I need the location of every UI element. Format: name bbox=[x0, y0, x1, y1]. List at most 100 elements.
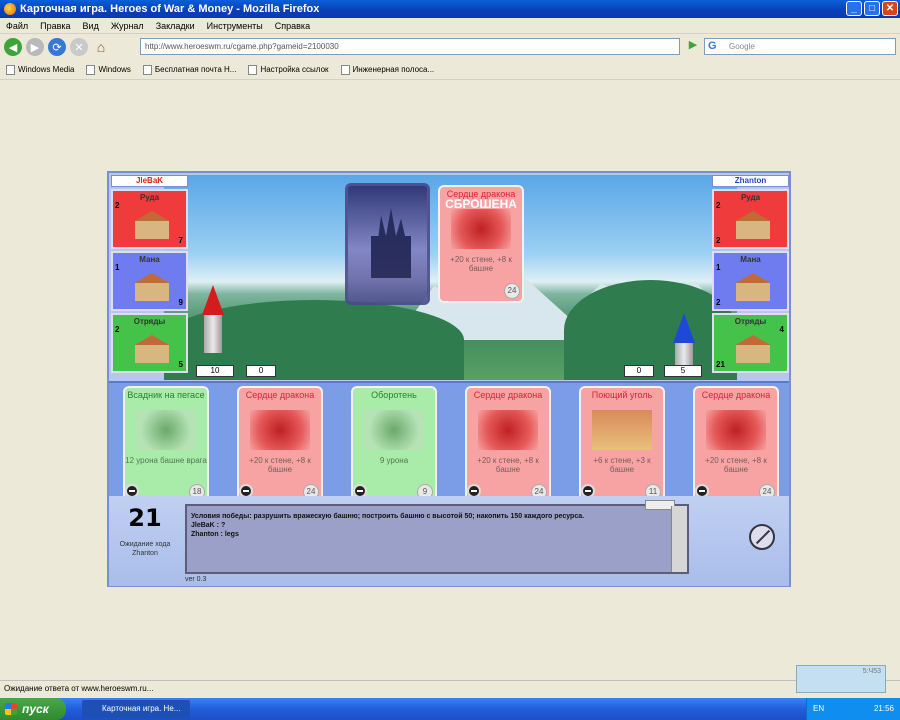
menu-file[interactable]: Файл bbox=[6, 21, 28, 31]
taskbar: пуск Карточная игра. He... EN 21:56 bbox=[0, 698, 900, 720]
bookmark-links-settings[interactable]: Настройка ссылок bbox=[248, 64, 329, 75]
bookmark-label: Инженерная полоса... bbox=[352, 65, 435, 74]
page-icon bbox=[86, 64, 96, 75]
menu-history[interactable]: Журнал bbox=[111, 21, 144, 31]
resource-production: 2 bbox=[115, 201, 120, 210]
chat-line: Zhanton : legs bbox=[191, 531, 239, 538]
page-icon bbox=[6, 64, 15, 75]
menu-view[interactable]: Вид bbox=[83, 21, 99, 31]
bookmark-engineering[interactable]: Инженерная полоса... bbox=[340, 64, 435, 75]
tray-notification: 5:Ч53 bbox=[796, 665, 886, 693]
search-input[interactable]: G Google bbox=[704, 38, 896, 55]
troops-resource: Отряды 2 5 bbox=[111, 313, 188, 373]
back-arrow-icon[interactable]: ◀ bbox=[4, 38, 22, 56]
tower-body bbox=[675, 343, 693, 367]
info-panel: 21 Ожидание хода Zhanton Условия победы:… bbox=[109, 496, 789, 586]
bookmark-free-mail[interactable]: Бесплатная почта H... bbox=[142, 64, 237, 75]
forward-arrow-icon[interactable]: ▶ bbox=[26, 38, 44, 56]
chat-log[interactable]: Условия победы: разрушить вражескую башн… bbox=[185, 500, 689, 574]
game-board: Сердце дракона СБРОШЕНА +20 к стене, +8 … bbox=[107, 171, 791, 587]
resource-name: Руда bbox=[139, 193, 160, 202]
resource-stock: 2 bbox=[716, 298, 721, 307]
resource-stock: 2 bbox=[716, 236, 721, 245]
turn-status: Ожидание хода Zhanton bbox=[115, 540, 175, 558]
mine-icon bbox=[736, 211, 770, 239]
bookmark-windows[interactable]: Windows bbox=[86, 64, 131, 75]
resource-name: Руда bbox=[740, 193, 761, 202]
turn-counter: 21 bbox=[128, 504, 162, 532]
ore-resource: Руда 2 2 bbox=[712, 189, 789, 249]
menu-edit[interactable]: Правка bbox=[40, 21, 70, 31]
resource-production: 4 bbox=[779, 325, 784, 334]
right-wall-height: 0 bbox=[624, 365, 654, 377]
minimize-button[interactable]: _ bbox=[846, 1, 862, 16]
dragon-heart-image bbox=[478, 410, 538, 450]
red-tower-roof bbox=[202, 285, 224, 315]
bookmarks-bar: Windows Media Windows Бесплатная почта H… bbox=[0, 60, 900, 80]
card-cost: 24 bbox=[504, 283, 520, 299]
system-tray: EN 21:56 bbox=[806, 698, 900, 720]
blue-tower-roof bbox=[673, 313, 695, 343]
firefox-icon bbox=[4, 3, 16, 15]
clock: 21:56 bbox=[873, 704, 894, 713]
barracks-icon bbox=[736, 335, 770, 363]
resource-production: 2 bbox=[115, 325, 120, 334]
card-title: Всадник на пегасе bbox=[127, 390, 205, 400]
card-title: Сердце дракона bbox=[245, 390, 315, 400]
window-title-bar: Карточная игра. Heroes of War & Money - … bbox=[0, 0, 900, 18]
card-description: +20 к стене, +8 к башне bbox=[450, 255, 512, 273]
start-button[interactable]: пуск bbox=[0, 698, 66, 720]
bookmark-label: Настройка ссылок bbox=[260, 65, 329, 74]
card-deck[interactable] bbox=[345, 183, 430, 305]
stop-icon[interactable]: ✕ bbox=[70, 38, 88, 56]
resource-name: Мана bbox=[740, 255, 761, 264]
left-player-panel: JleBaK Руда 2 7 Мана 1 9 Отряды 2 5 bbox=[111, 175, 188, 373]
barracks-icon bbox=[135, 335, 169, 363]
waiting-label: Ожидание хода bbox=[119, 541, 171, 548]
menu-bookmarks[interactable]: Закладки bbox=[156, 21, 195, 31]
status-bar: Ожидание ответа от www.heroeswm.ru... bbox=[0, 680, 900, 696]
resource-production: 1 bbox=[716, 263, 721, 272]
go-arrow-icon[interactable]: ▶ bbox=[686, 38, 700, 55]
resource-stock: 7 bbox=[178, 236, 183, 245]
reload-icon[interactable]: ⟳ bbox=[48, 38, 66, 56]
resource-name: Отряды bbox=[734, 317, 767, 326]
card-description: +20 к стене, +8 к башне bbox=[477, 456, 539, 474]
card-title: Сердце дракона bbox=[473, 390, 543, 400]
bookmark-label: Бесплатная почта H... bbox=[154, 65, 237, 74]
close-button[interactable]: ✕ bbox=[882, 1, 898, 16]
language-indicator[interactable]: EN bbox=[813, 704, 824, 713]
page-icon bbox=[248, 64, 258, 75]
navigation-toolbar: ◀ ▶ ⟳ ✕ ⌂ http://www.heroeswm.ru/cgame.p… bbox=[0, 34, 900, 60]
resource-stock: 9 bbox=[178, 298, 183, 307]
home-icon[interactable]: ⌂ bbox=[92, 38, 110, 56]
dragon-heart-image bbox=[250, 410, 310, 450]
menu-help[interactable]: Справка bbox=[275, 21, 310, 31]
search-placeholder: Google bbox=[729, 42, 755, 51]
played-card: Сердце дракона СБРОШЕНА +20 к стене, +8 … bbox=[438, 185, 524, 303]
resource-stock: 21 bbox=[716, 360, 725, 369]
menu-tools[interactable]: Инструменты bbox=[207, 21, 263, 31]
maximize-button[interactable]: □ bbox=[864, 1, 880, 16]
werewolf-image bbox=[364, 410, 424, 450]
tower-building-icon bbox=[736, 273, 770, 301]
chat-line: JleBaK : ? bbox=[191, 522, 226, 529]
game-scene: Сердце дракона СБРОШЕНА +20 к стене, +8 … bbox=[164, 175, 737, 380]
card-title: Оборотень bbox=[371, 390, 417, 400]
resource-stock: 5 bbox=[178, 360, 183, 369]
card-description: 9 урона bbox=[379, 456, 409, 465]
card-description: +20 к стене, +8 к башне bbox=[705, 456, 767, 474]
taskbar-firefox-item[interactable]: Карточная игра. He... bbox=[82, 700, 190, 718]
resource-name: Отряды bbox=[133, 317, 166, 326]
left-player-name: JleBaK bbox=[111, 175, 188, 187]
right-player-panel: Zhanton Руда 2 2 Мана 1 2 Отряды 4 21 bbox=[712, 175, 789, 373]
waiting-player: Zhanton bbox=[132, 550, 158, 557]
resource-name: Мана bbox=[139, 255, 160, 264]
log-scrollbar[interactable] bbox=[671, 506, 687, 572]
bookmark-windows-media[interactable]: Windows Media bbox=[6, 64, 74, 75]
sound-toggle-icon[interactable] bbox=[749, 524, 775, 550]
address-bar[interactable]: http://www.heroeswm.ru/cgame.php?gameid=… bbox=[140, 38, 680, 55]
card-description: +6 к стене, +3 к башне bbox=[593, 456, 651, 474]
left-tower bbox=[202, 285, 224, 353]
menu-bar: Файл Правка Вид Журнал Закладки Инструме… bbox=[0, 18, 900, 34]
